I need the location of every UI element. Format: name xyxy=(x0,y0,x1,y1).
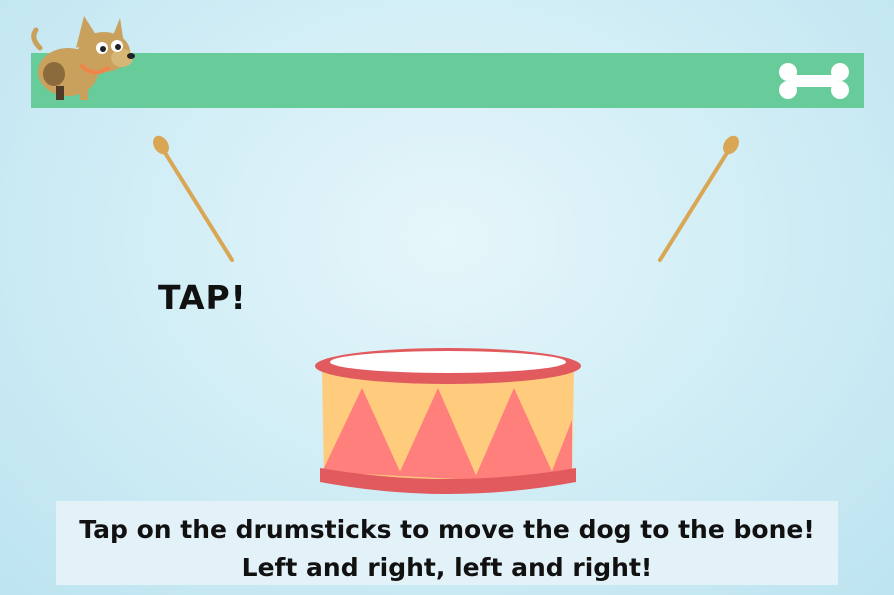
progress-track xyxy=(31,53,864,108)
instructions-panel: Tap on the drumsticks to move the dog to… xyxy=(56,501,838,585)
right-drumstick[interactable] xyxy=(652,130,742,270)
drum-icon xyxy=(315,348,581,494)
tap-label: TAP! xyxy=(158,278,247,317)
instruction-line-2: Left and right, left and right! xyxy=(241,553,653,582)
dog-icon xyxy=(31,16,135,100)
bone-icon xyxy=(779,63,849,99)
left-drumstick[interactable] xyxy=(148,130,238,270)
instruction-line-1: Tap on the drumsticks to move the dog to… xyxy=(79,515,815,544)
